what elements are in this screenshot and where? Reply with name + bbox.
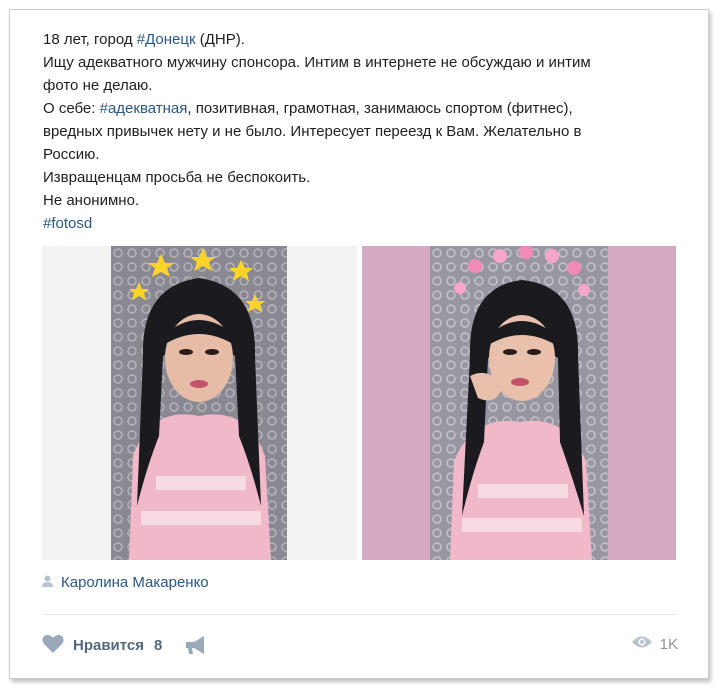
post-line: 18 лет, город #Донецк (ДНР). [43,31,245,48]
photo-1[interactable] [42,246,357,560]
photo-2[interactable] [362,246,676,560]
post-author[interactable]: Каролина Макаренко [42,574,209,591]
post-line: фото не делаю. [43,77,153,94]
post-line: Извращенцам просьба не беспокоить. [43,169,311,186]
share-button[interactable] [185,635,207,660]
hashtag-link[interactable]: #fotosd [43,212,683,235]
post-line: О себе: #адекватная, позитивная, грамотн… [43,100,573,117]
person-icon [42,574,61,591]
post-line: вредных привычек нету и не было. Интерес… [43,123,582,140]
photo-1-image [111,246,287,560]
hashtag-link[interactable]: #адекватная [100,100,188,117]
views-count: 1K [659,635,678,653]
eye-icon [631,635,660,653]
post-text: 18 лет, город #Донецк (ДНР). Ищу адекват… [43,28,683,235]
like-button[interactable]: Нравится 8 [42,634,162,657]
post-card: 18 лет, город #Донецк (ДНР). Ищу адекват… [9,9,709,679]
author-name: Каролина Макаренко [61,574,209,591]
post-line: Россию. [43,146,100,163]
photo-2-image [430,246,608,560]
megaphone-icon [185,636,207,659]
like-count: 8 [154,637,163,654]
photo-grid [42,246,676,560]
like-label: Нравится [73,637,145,654]
heart-icon [42,634,73,657]
post-footer: Нравится 8 1K [42,630,678,660]
hashtag-link[interactable]: #Донецк [137,31,196,48]
footer-divider [42,614,678,615]
post-line: Не анонимно. [43,192,140,209]
post-line: Ищу адекватного мужчину спонсора. Интим … [43,54,591,71]
views-counter: 1K [631,635,678,653]
